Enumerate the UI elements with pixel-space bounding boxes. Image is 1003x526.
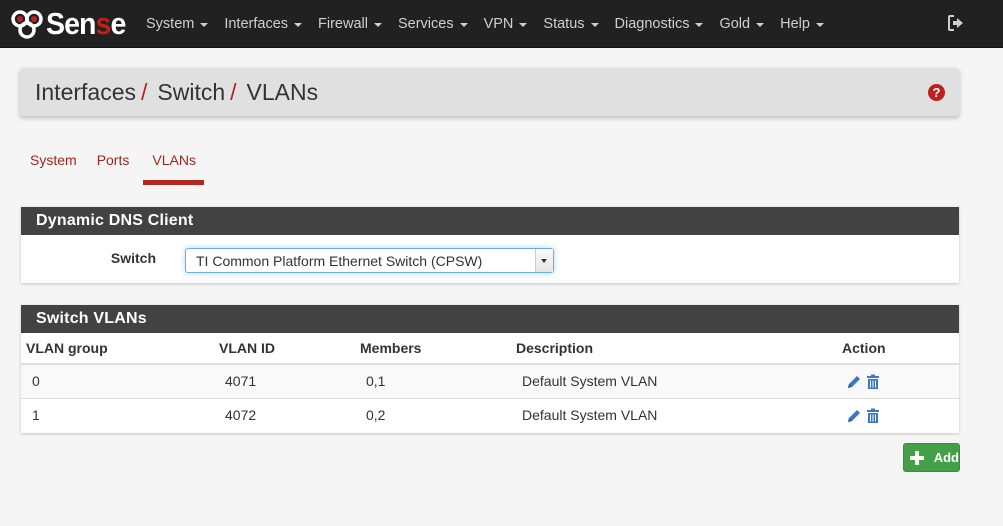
plus-icon — [910, 450, 924, 465]
menu-label: Status — [543, 16, 585, 32]
pencil-icon[interactable] — [846, 374, 862, 390]
table-row: 1 4072 0,2 Default System VLAN — [21, 398, 959, 432]
caret-down-icon — [519, 23, 528, 27]
menu-label: Services — [397, 16, 454, 32]
cell-members: 0,1 — [355, 364, 511, 399]
breadcrumb-interfaces[interactable]: Interfaces — [35, 79, 136, 106]
pencil-icon[interactable] — [846, 408, 862, 424]
column-header-action: Action — [838, 333, 959, 365]
panel-title: Dynamic DNS Client — [21, 207, 959, 235]
menu-label: System — [146, 16, 195, 32]
menu-vpn[interactable]: VPN — [478, 0, 534, 48]
breadcrumb-panel: Interfaces / Switch / VLANs ? — [20, 68, 959, 116]
menu-label: Firewall — [318, 16, 368, 32]
main-menu: System Interfaces Firewall Services VPN … — [140, 0, 834, 48]
logo-wordmark: Sense — [46, 6, 126, 41]
menu-help[interactable]: Help — [774, 0, 830, 48]
table-row: 0 4071 0,1 Default System VLAN — [21, 364, 959, 399]
menu-label: Interfaces — [224, 16, 289, 32]
cell-vlan-group: 1 — [32, 407, 40, 424]
switch-select-value: TI Common Platform Ethernet Switch (CPSW… — [196, 253, 483, 269]
menu-firewall[interactable]: Firewall — [312, 0, 388, 48]
panel-title: Switch VLANs — [21, 305, 959, 333]
caret-down-icon — [695, 23, 704, 27]
menu-label: Gold — [719, 16, 751, 32]
cell-vlan-id: 4072 — [225, 407, 257, 424]
trash-icon[interactable] — [866, 374, 882, 390]
add-button-label: Add — [933, 450, 959, 465]
breadcrumb-separator: / — [230, 78, 237, 105]
menu-label: VPN — [483, 16, 514, 32]
switch-vlans-panel: Switch VLANs VLAN group VLAN ID Members … — [21, 305, 959, 433]
vlans-table: VLAN group VLAN ID Members Description A… — [21, 333, 959, 432]
cell-members: 0,2 — [366, 407, 386, 424]
cell-action — [838, 364, 959, 399]
trash-icon[interactable] — [866, 408, 882, 424]
table-header-row: VLAN group VLAN ID Members Description A… — [21, 333, 959, 365]
menu-system[interactable]: System — [140, 0, 214, 48]
breadcrumb-switch[interactable]: Switch — [157, 79, 225, 106]
caret-down-icon — [815, 23, 824, 27]
menu-interfaces[interactable]: Interfaces — [218, 0, 308, 48]
pfsense-logo[interactable]: Sense — [10, 6, 132, 42]
caret-down-icon — [756, 23, 765, 27]
breadcrumb: Interfaces / Switch / VLANs — [35, 68, 318, 116]
question-circle-icon[interactable]: ? — [928, 84, 945, 101]
dynamic-dns-client-panel: Dynamic DNS Client Switch TI Common Plat… — [21, 207, 959, 283]
menu-status[interactable]: Status — [537, 0, 604, 48]
caret-down-icon — [200, 23, 209, 27]
sign-out-icon — [948, 15, 963, 31]
caret-down-icon — [590, 23, 599, 27]
menu-gold[interactable]: Gold — [713, 0, 770, 48]
switch-label: Switch — [110, 250, 156, 266]
tab-vlans[interactable]: VLANs — [143, 145, 205, 185]
cell-description: Default System VLAN — [511, 364, 838, 399]
column-header-vlan-group: VLAN group — [21, 333, 214, 365]
cell-description: Default System VLAN — [522, 407, 658, 424]
column-header-members: Members — [355, 333, 511, 365]
breadcrumb-separator: / — [141, 78, 148, 105]
switch-select[interactable]: TI Common Platform Ethernet Switch (CPSW… — [185, 248, 554, 273]
breadcrumb-vlans: VLANs — [246, 78, 319, 105]
caret-down-icon — [294, 23, 303, 27]
chevron-down-icon[interactable] — [535, 249, 553, 272]
column-header-description: Description — [511, 333, 838, 365]
tab-ports[interactable]: Ports — [87, 145, 140, 185]
menu-diagnostics[interactable]: Diagnostics — [609, 0, 710, 48]
cell-action — [838, 398, 959, 432]
top-navbar: Sense System Interfaces Firewall Service… — [0, 0, 1003, 48]
caret-down-icon — [459, 23, 468, 27]
cell-vlan-group: 0 — [21, 364, 214, 399]
menu-label: Diagnostics — [614, 16, 690, 32]
caret-down-icon — [373, 23, 382, 27]
column-header-vlan-id: VLAN ID — [214, 333, 355, 365]
logo-rings-icon — [11, 10, 43, 39]
tab-system[interactable]: System — [20, 145, 87, 185]
switch-form-row: Switch TI Common Platform Ethernet Switc… — [21, 235, 959, 283]
menu-label: Help — [780, 16, 810, 32]
logout-button[interactable] — [946, 13, 966, 33]
menu-services[interactable]: Services — [392, 0, 474, 48]
cell-vlan-id: 4071 — [214, 364, 355, 399]
tab-bar: System Ports VLANs — [20, 145, 205, 185]
add-vlan-button[interactable]: Add — [903, 443, 960, 472]
